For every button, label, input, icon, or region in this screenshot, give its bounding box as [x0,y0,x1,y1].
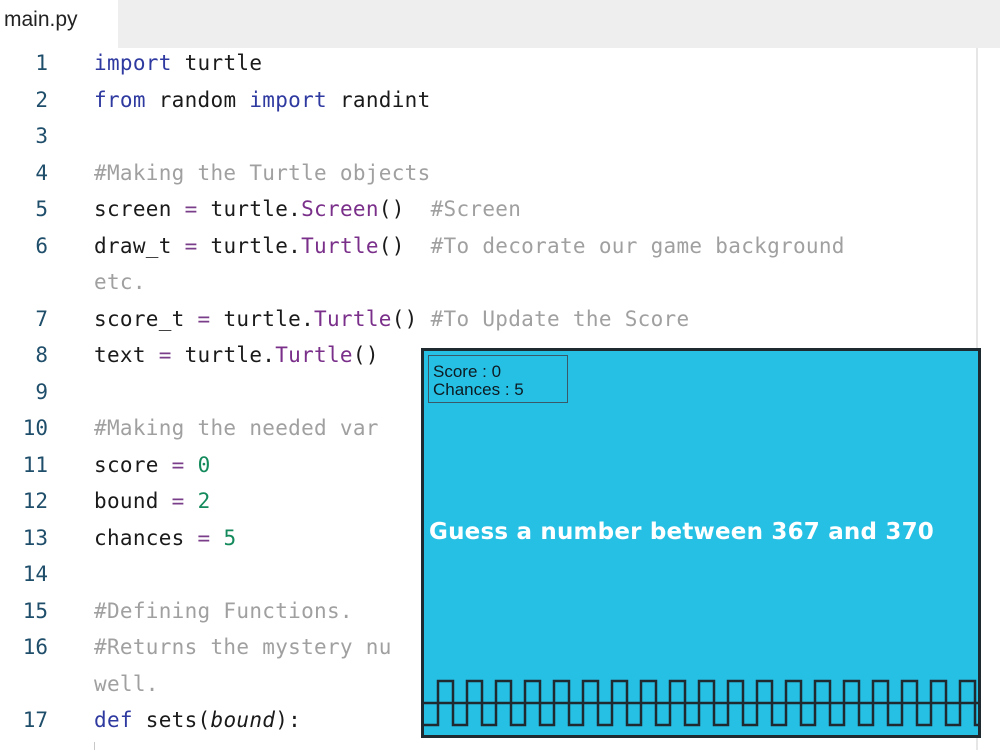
code-text: draw_t = turtle.Turtle() #To decorate ou… [94,233,845,258]
code-text: bound = 2 [94,489,211,513]
code-text: well. [94,671,159,696]
line-number: 2 [35,87,48,112]
code-line: 3 [0,121,978,157]
code-text: #Making the Turtle objects [94,160,431,185]
turtle-game-window[interactable]: Score : 0 Chances : 5 Guess a number bet… [421,348,981,738]
line-number: 3 [35,124,48,148]
line-number: 11 [22,452,48,477]
tab-bar: main.py [0,0,1000,48]
line-number: 8 [35,343,48,367]
line-number: 6 [35,233,48,258]
code-text: score_t = turtle.Turtle() #To Update the… [94,306,690,331]
code-text: #Defining Functions. [94,598,353,623]
code-text: chances = 5 [94,525,237,550]
line-number: 14 [22,562,48,586]
score-text: Score : 0 [433,362,502,381]
decorative-border [424,679,978,727]
code-text: text = turtle.Turtle() [94,343,379,367]
code-line: 6 draw_t = turtle.Turtle() #To decorate … [0,231,978,267]
line-number: 1 [35,51,48,75]
code-line: 1 import turtle [0,48,978,84]
code-line: 7 score_t = turtle.Turtle() #To Update t… [0,304,978,340]
code-text: screen = turtle.Screen() #Screen [94,197,522,221]
indent-guide [94,742,95,750]
code-text: etc. [94,270,146,294]
line-number: 10 [22,416,48,440]
line-number: 12 [22,489,48,513]
code-text: #Making the needed var [94,416,379,440]
tab-main-py[interactable]: main.py [0,0,118,48]
line-number: 5 [35,197,48,221]
line-number: 15 [22,598,48,623]
line-number: 7 [35,306,48,331]
line-number: 13 [22,525,48,550]
code-text: def sets(bound): [94,708,302,732]
code-line: 4 #Making the Turtle objects [0,158,978,194]
code-text: import turtle [94,51,263,75]
code-line: 5 screen = turtle.Screen() #Screen [0,194,978,230]
code-line: 2 from random import randint [0,85,978,121]
chances-text: Chances : 5 [433,380,524,399]
code-text: #Returns the mystery nu [94,635,392,659]
line-number: 4 [35,160,48,185]
scoreboard: Score : 0 Chances : 5 [428,355,568,403]
guess-prompt: Guess a number between 367 and 370 [429,519,934,545]
line-number: 16 [22,635,48,659]
line-number: 17 [22,708,48,732]
line-number: 9 [35,379,48,404]
code-text: from random import randint [94,87,431,112]
code-text: score = 0 [94,452,211,477]
code-line-wrap: etc. [0,267,978,303]
